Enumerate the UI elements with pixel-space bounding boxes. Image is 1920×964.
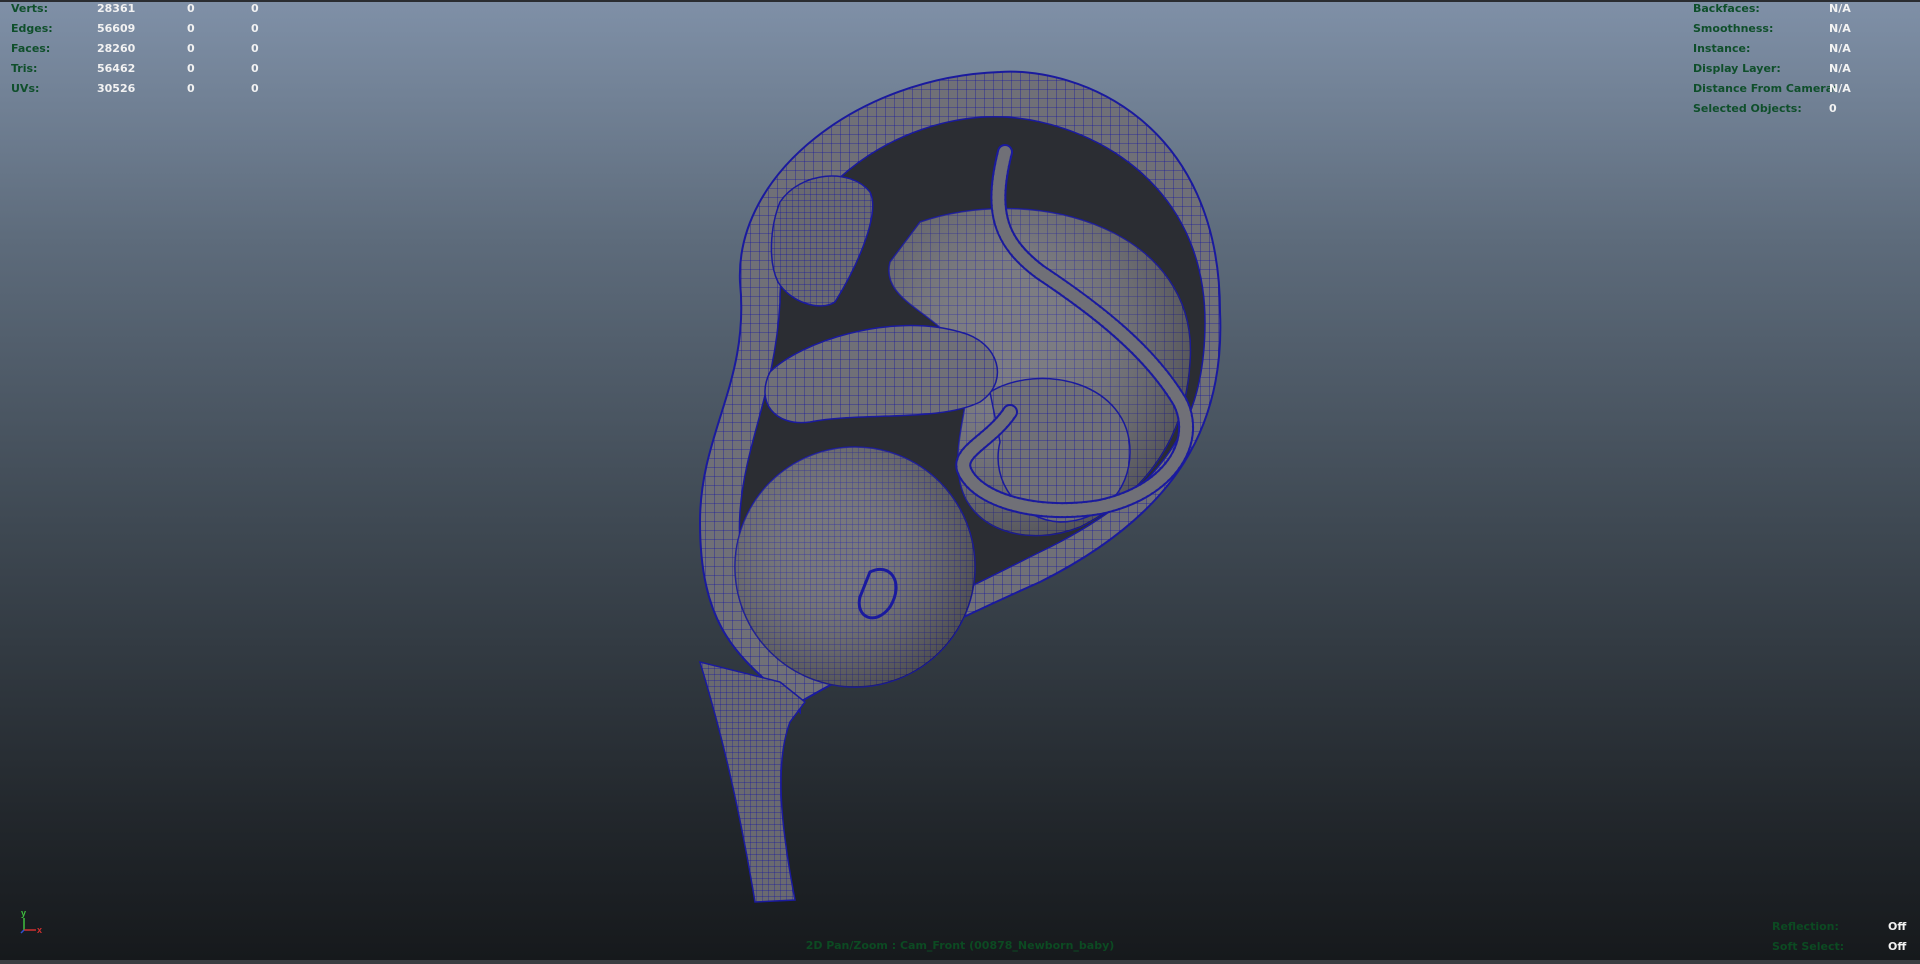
hud-label: Selected Objects: xyxy=(1693,102,1802,115)
hud-row-smoothness: Smoothness: N/A xyxy=(1693,19,1913,39)
3d-viewport[interactable]: Verts: 28361 0 0 Edges: 56609 0 0 Faces:… xyxy=(0,2,1920,960)
hud-row-selected-objects: Selected Objects: 0 xyxy=(1693,99,1913,119)
hud-row-uvs: UVs: 30526 0 0 xyxy=(11,79,291,99)
hud-value: 30526 xyxy=(97,82,136,95)
poly-count-hud: Verts: 28361 0 0 Edges: 56609 0 0 Faces:… xyxy=(11,2,291,99)
hud-value: 28260 xyxy=(97,42,136,55)
hud-value: 0 xyxy=(187,82,195,95)
hud-value: 0 xyxy=(187,22,195,35)
hud-label: Instance: xyxy=(1693,42,1751,55)
hud-row-tris: Tris: 56462 0 0 xyxy=(11,59,291,79)
hud-value: 56462 xyxy=(97,62,136,75)
hud-value: Off xyxy=(1888,920,1907,933)
hud-value: 0 xyxy=(251,2,259,15)
camera-name-label: 2D Pan/Zoom : Cam_Front (00878_Newborn_b… xyxy=(805,939,1115,952)
hud-label: UVs: xyxy=(11,82,40,95)
hud-value: N/A xyxy=(1829,22,1851,35)
hud-value: 0 xyxy=(187,42,195,55)
axis-y-label: y xyxy=(21,908,26,918)
hud-row-reflection: Reflection: Off xyxy=(1772,917,1912,937)
hud-row-verts: Verts: 28361 0 0 xyxy=(11,2,291,19)
viewport-bottom-border xyxy=(0,960,1920,964)
hud-value: 0 xyxy=(251,42,259,55)
hud-value: 0 xyxy=(187,62,195,75)
hud-label: Backfaces: xyxy=(1693,2,1760,15)
hud-label: Verts: xyxy=(11,2,49,15)
hud-label: Smoothness: xyxy=(1693,22,1774,35)
hud-row-distance: Distance From Camera: N/A xyxy=(1693,79,1913,99)
hud-value: N/A xyxy=(1829,42,1851,55)
mesh-model[interactable] xyxy=(660,62,1260,912)
cervix-tube xyxy=(698,660,807,903)
hud-label: Tris: xyxy=(11,62,38,75)
hud-row-faces: Faces: 28260 0 0 xyxy=(11,39,291,59)
hud-value: 56609 xyxy=(97,22,136,35)
object-details-hud: Backfaces: N/A Smoothness: N/A Instance:… xyxy=(1693,2,1913,119)
hud-value: 28361 xyxy=(97,2,136,15)
axis-gizmo-icon: y x xyxy=(20,908,42,935)
hud-value: 0 xyxy=(251,62,259,75)
hud-value: N/A xyxy=(1829,62,1851,75)
hud-value: 0 xyxy=(187,2,195,15)
hud-row-display-layer: Display Layer: N/A xyxy=(1693,59,1913,79)
hud-value: 0 xyxy=(251,82,259,95)
hud-value: N/A xyxy=(1829,82,1851,95)
hud-row-instance: Instance: N/A xyxy=(1693,39,1913,59)
hud-value: 0 xyxy=(1829,102,1837,115)
hud-value: 0 xyxy=(251,22,259,35)
hud-label: Faces: xyxy=(11,42,51,55)
hud-label: Edges: xyxy=(11,22,53,35)
hud-label: Distance From Camera: xyxy=(1693,82,1838,95)
hud-value: N/A xyxy=(1829,2,1851,15)
axis-x-label: x xyxy=(37,925,42,935)
hud-label: Display Layer: xyxy=(1693,62,1781,75)
hud-label: Reflection: xyxy=(1772,920,1839,933)
hud-row-edges: Edges: 56609 0 0 xyxy=(11,19,291,39)
hud-row-backfaces: Backfaces: N/A xyxy=(1693,2,1913,19)
